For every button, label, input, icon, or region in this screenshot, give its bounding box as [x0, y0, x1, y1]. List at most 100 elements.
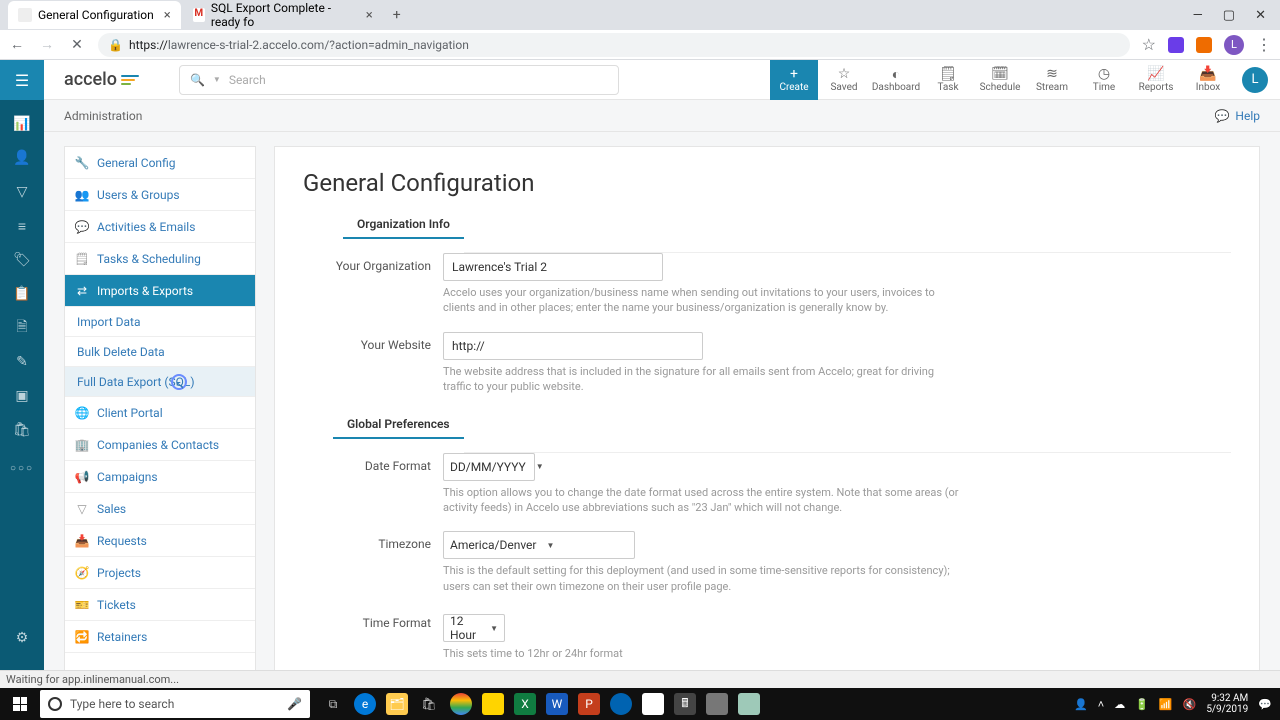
battery-icon[interactable]: 🔋: [1135, 698, 1149, 711]
create-button[interactable]: +Create: [770, 60, 818, 100]
start-button[interactable]: [0, 688, 40, 720]
calculator-icon[interactable]: 🖩: [674, 693, 696, 715]
nav-back-icon[interactable]: ←: [8, 36, 26, 53]
nav-stop-icon[interactable]: ✕: [68, 37, 86, 53]
mic-icon[interactable]: 🎤: [287, 697, 302, 711]
tab-close-icon[interactable]: ×: [366, 8, 373, 23]
sidebar-item-tasks-scheduling[interactable]: 🗒Tasks & Scheduling: [65, 243, 255, 275]
url-field[interactable]: 🔒 https://lawrence-s-trial-2.accelo.com/…: [98, 33, 1130, 57]
schedule-button[interactable]: 🗓Schedule: [974, 60, 1026, 100]
bookmark-star-icon[interactable]: ☆: [1142, 35, 1156, 54]
sidebar-item-sales[interactable]: ▽Sales: [65, 493, 255, 525]
rail-edit-icon[interactable]: ✎: [12, 352, 32, 372]
user-avatar[interactable]: L: [1242, 67, 1268, 93]
nav-forward-icon[interactable]: →: [38, 36, 56, 53]
groove-icon[interactable]: [610, 693, 632, 715]
chrome-icon[interactable]: [450, 693, 472, 715]
task-button[interactable]: 🗒Task: [922, 60, 974, 100]
help-text: The website address that is included in …: [443, 364, 963, 395]
rail-more-icon[interactable]: ○○○: [12, 458, 32, 478]
app: ☰ 📊 👤 ▽ ≡ 🏷 📋 🗎 ✎ ▣ 🛍 ○○○ ⚙ accelo 🔍 ▼ S…: [0, 60, 1280, 688]
store-icon[interactable]: 🛍: [418, 693, 440, 715]
stream-button[interactable]: ≋Stream: [1026, 60, 1078, 100]
sidebar-item-projects[interactable]: 🧭Projects: [65, 557, 255, 589]
label-timezone: Timezone: [303, 531, 443, 551]
window-close-icon[interactable]: ✕: [1255, 8, 1266, 23]
rail-settings-icon[interactable]: ⚙: [12, 628, 32, 648]
date-format-select[interactable]: DD/MM/YYYY: [443, 453, 535, 481]
volume-icon[interactable]: 🔇: [1183, 698, 1197, 711]
sidebar-item-campaigns[interactable]: 📢Campaigns: [65, 461, 255, 493]
inbox-button[interactable]: 📥Inbox: [1182, 60, 1234, 100]
sidebar-item-retainers[interactable]: 🔁Retainers: [65, 621, 255, 653]
wifi-icon[interactable]: 📶: [1159, 698, 1173, 711]
rail-clipboard-icon[interactable]: 📋: [12, 284, 32, 304]
dashboard-button[interactable]: ◐Dashboard: [870, 60, 922, 100]
sidebar-item-tickets[interactable]: 🎫Tickets: [65, 589, 255, 621]
rail-user-icon[interactable]: 👤: [12, 148, 32, 168]
people-icon[interactable]: 👤: [1074, 698, 1088, 711]
time-format-select[interactable]: 12 Hour: [443, 614, 505, 642]
task-view-icon[interactable]: ⧉: [322, 693, 344, 715]
excel-icon[interactable]: X: [514, 693, 536, 715]
website-input[interactable]: [443, 332, 703, 360]
file-explorer-icon[interactable]: 🗂: [386, 693, 408, 715]
app-icon[interactable]: [706, 693, 728, 715]
sidebar-item-general-config[interactable]: 🔧General Config: [65, 147, 255, 179]
label-date-format: Date Format: [303, 453, 443, 473]
status-bar: Waiting for app.inlinemanual.com...: [0, 670, 1280, 688]
saved-button[interactable]: ☆Saved: [818, 60, 870, 100]
sidebar-item-client-portal[interactable]: 🌐Client Portal: [65, 397, 255, 429]
search-input[interactable]: 🔍 ▼ Search: [179, 65, 619, 95]
breadcrumb-bar: Administration 💬 Help: [44, 100, 1280, 132]
rail-bag-icon[interactable]: 🛍: [12, 420, 32, 440]
sidebar-subitem-import-data[interactable]: Import Data: [65, 307, 255, 337]
rail-stream-icon[interactable]: ≡: [12, 216, 32, 236]
sidebar-item-imports-exports[interactable]: ⇄Imports & Exports: [65, 275, 255, 307]
search-dropdown-icon[interactable]: ▼: [213, 75, 221, 84]
browser-tab-active[interactable]: General Configuration ×: [8, 1, 181, 29]
app-icon[interactable]: [738, 693, 760, 715]
onedrive-icon[interactable]: ☁: [1114, 698, 1125, 711]
browser-tab[interactable]: M SQL Export Complete - ready fo ×: [183, 1, 383, 29]
sidebar-item-requests[interactable]: 📥Requests: [65, 525, 255, 557]
taskbar: Type here to search 🎤 ⧉ e 🗂 🛍 X W P ✳ 🖩 …: [0, 688, 1280, 720]
hamburger-menu-icon[interactable]: ☰: [0, 60, 44, 100]
app-icon[interactable]: [482, 693, 504, 715]
rail-filter-icon[interactable]: ▽: [12, 182, 32, 202]
content: 🔧General Config 👥Users & Groups 💬Activit…: [44, 132, 1280, 688]
extension-icon[interactable]: [1168, 37, 1184, 53]
sidebar-item-companies-contacts[interactable]: 🏢Companies & Contacts: [65, 429, 255, 461]
profile-avatar[interactable]: L: [1224, 35, 1244, 55]
rail-box-icon[interactable]: ▣: [12, 386, 32, 406]
logo[interactable]: accelo: [64, 69, 139, 90]
tray-up-icon[interactable]: ˄: [1098, 698, 1104, 711]
org-name-input[interactable]: [443, 253, 663, 281]
breadcrumb[interactable]: Administration: [64, 109, 142, 123]
sidebar-item-activities-emails[interactable]: 💬Activities & Emails: [65, 211, 255, 243]
sidebar-subitem-bulk-delete[interactable]: Bulk Delete Data: [65, 337, 255, 367]
rail-chart-icon[interactable]: 📊: [12, 114, 32, 134]
tray-clock[interactable]: 9:32 AM 5/9/2019: [1206, 693, 1248, 715]
notifications-icon[interactable]: 💬: [1258, 698, 1272, 711]
edge-icon[interactable]: e: [354, 693, 376, 715]
timezone-select[interactable]: America/Denver: [443, 531, 635, 559]
new-tab-button[interactable]: +: [385, 7, 409, 23]
word-icon[interactable]: W: [546, 693, 568, 715]
rail-doc-icon[interactable]: 🗎: [12, 318, 32, 338]
window-maximize-icon[interactable]: ▢: [1223, 8, 1235, 23]
topbar: accelo 🔍 ▼ Search +Create ☆Saved ◐Dashbo…: [44, 60, 1280, 100]
slack-icon[interactable]: ✳: [642, 693, 664, 715]
kebab-menu-icon[interactable]: ⋮: [1256, 35, 1272, 54]
sidebar-subitem-full-export[interactable]: Full Data Export (SQL) ↖: [65, 367, 255, 397]
help-link[interactable]: 💬 Help: [1214, 109, 1260, 123]
time-button[interactable]: ◷Time: [1078, 60, 1130, 100]
reports-button[interactable]: 📈Reports: [1130, 60, 1182, 100]
window-minimize-icon[interactable]: —: [1193, 8, 1203, 23]
extension-icon[interactable]: [1196, 37, 1212, 53]
tab-close-icon[interactable]: ×: [164, 8, 171, 23]
rail-tag-icon[interactable]: 🏷: [12, 250, 32, 270]
powerpoint-icon[interactable]: P: [578, 693, 600, 715]
taskbar-search-input[interactable]: Type here to search 🎤: [40, 690, 310, 718]
sidebar-item-users-groups[interactable]: 👥Users & Groups: [65, 179, 255, 211]
